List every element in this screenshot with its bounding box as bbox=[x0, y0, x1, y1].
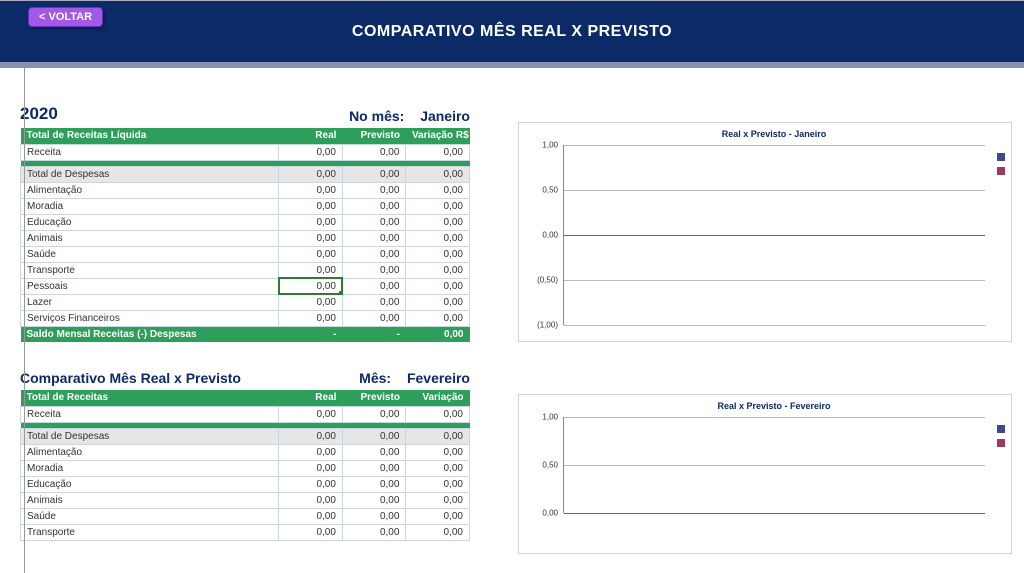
section2-title: Comparativo Mês Real x Previsto bbox=[20, 370, 241, 386]
legend-real-icon bbox=[997, 425, 1005, 433]
table-header: Total de Receitas Real Previsto Variação bbox=[21, 390, 470, 406]
axis-tick: (1,00) bbox=[524, 321, 558, 330]
table-row[interactable]: Transporte0,000,000,00 bbox=[21, 262, 470, 278]
banner: < VOLTAR COMPARATIVO MÊS REAL X PREVISTO bbox=[0, 0, 1024, 68]
chart-fevereiro: Real x Previsto - Fevereiro 1,00 0,50 0,… bbox=[518, 394, 1012, 554]
table-row[interactable]: Animais0,000,000,00 bbox=[21, 492, 470, 508]
table-row[interactable]: Animais0,000,000,00 bbox=[21, 230, 470, 246]
axis-tick: (0,50) bbox=[524, 276, 558, 285]
table-row[interactable]: Pessoais0,000,000,00 bbox=[21, 278, 470, 294]
table-row[interactable]: Saúde0,000,000,00 bbox=[21, 508, 470, 524]
axis-tick: 1,00 bbox=[524, 141, 558, 150]
table-row[interactable]: Saúde0,000,000,00 bbox=[21, 246, 470, 262]
axis-tick: 0,50 bbox=[524, 461, 558, 470]
table-row[interactable]: Moradia0,000,000,00 bbox=[21, 198, 470, 214]
table-fevereiro: Total de Receitas Real Previsto Variação… bbox=[20, 390, 470, 541]
legend-real-icon bbox=[997, 153, 1005, 161]
table-row[interactable]: Lazer0,000,000,00 bbox=[21, 294, 470, 310]
table-row-total: Saldo Mensal Receitas (-) Despesas - - 0… bbox=[21, 326, 470, 342]
table-row[interactable]: Total de Despesas 0,00 0,00 0,00 bbox=[21, 166, 470, 182]
year-label: 2020 bbox=[20, 104, 58, 124]
table-janeiro: Total de Receitas Líquida Real Previsto … bbox=[20, 128, 470, 342]
month-label-2: Mês: Fevereiro bbox=[359, 370, 470, 386]
table-header: Total de Receitas Líquida Real Previsto … bbox=[21, 128, 470, 144]
table-row[interactable]: Moradia0,000,000,00 bbox=[21, 460, 470, 476]
axis-tick: 0,50 bbox=[524, 186, 558, 195]
legend-previsto-icon bbox=[997, 439, 1005, 447]
back-button[interactable]: < VOLTAR bbox=[28, 7, 103, 27]
table-row[interactable]: Alimentação0,000,000,00 bbox=[21, 444, 470, 460]
vertical-grid-line bbox=[24, 0, 25, 573]
table-row[interactable]: Serviços Financeiros0,000,000,00 bbox=[21, 310, 470, 326]
axis-tick: 0,00 bbox=[524, 231, 558, 240]
legend-previsto-icon bbox=[997, 167, 1005, 175]
table-row[interactable]: Alimentação0,000,000,00 bbox=[21, 182, 470, 198]
axis-tick: 1,00 bbox=[524, 413, 558, 422]
table-row[interactable]: Educação0,000,000,00 bbox=[21, 214, 470, 230]
table-row[interactable]: Educação0,000,000,00 bbox=[21, 476, 470, 492]
axis-tick: 0,00 bbox=[524, 509, 558, 518]
table-row[interactable]: Transporte0,000,000,00 bbox=[21, 524, 470, 540]
chart-janeiro: Real x Previsto - Janeiro 1,00 0,50 0,00… bbox=[518, 122, 1012, 342]
chart-title: Real x Previsto - Fevereiro bbox=[563, 401, 985, 411]
table-row[interactable]: Total de Despesas 0,00 0,00 0,00 bbox=[21, 428, 470, 444]
table-row[interactable]: Receita 0,00 0,00 0,00 bbox=[21, 406, 470, 422]
table-row[interactable]: Receita 0,00 0,00 0,00 bbox=[21, 144, 470, 160]
month-label-1: No mês: Janeiro bbox=[349, 108, 470, 124]
banner-title: COMPARATIVO MÊS REAL X PREVISTO bbox=[352, 23, 672, 41]
chart-title: Real x Previsto - Janeiro bbox=[563, 129, 985, 139]
